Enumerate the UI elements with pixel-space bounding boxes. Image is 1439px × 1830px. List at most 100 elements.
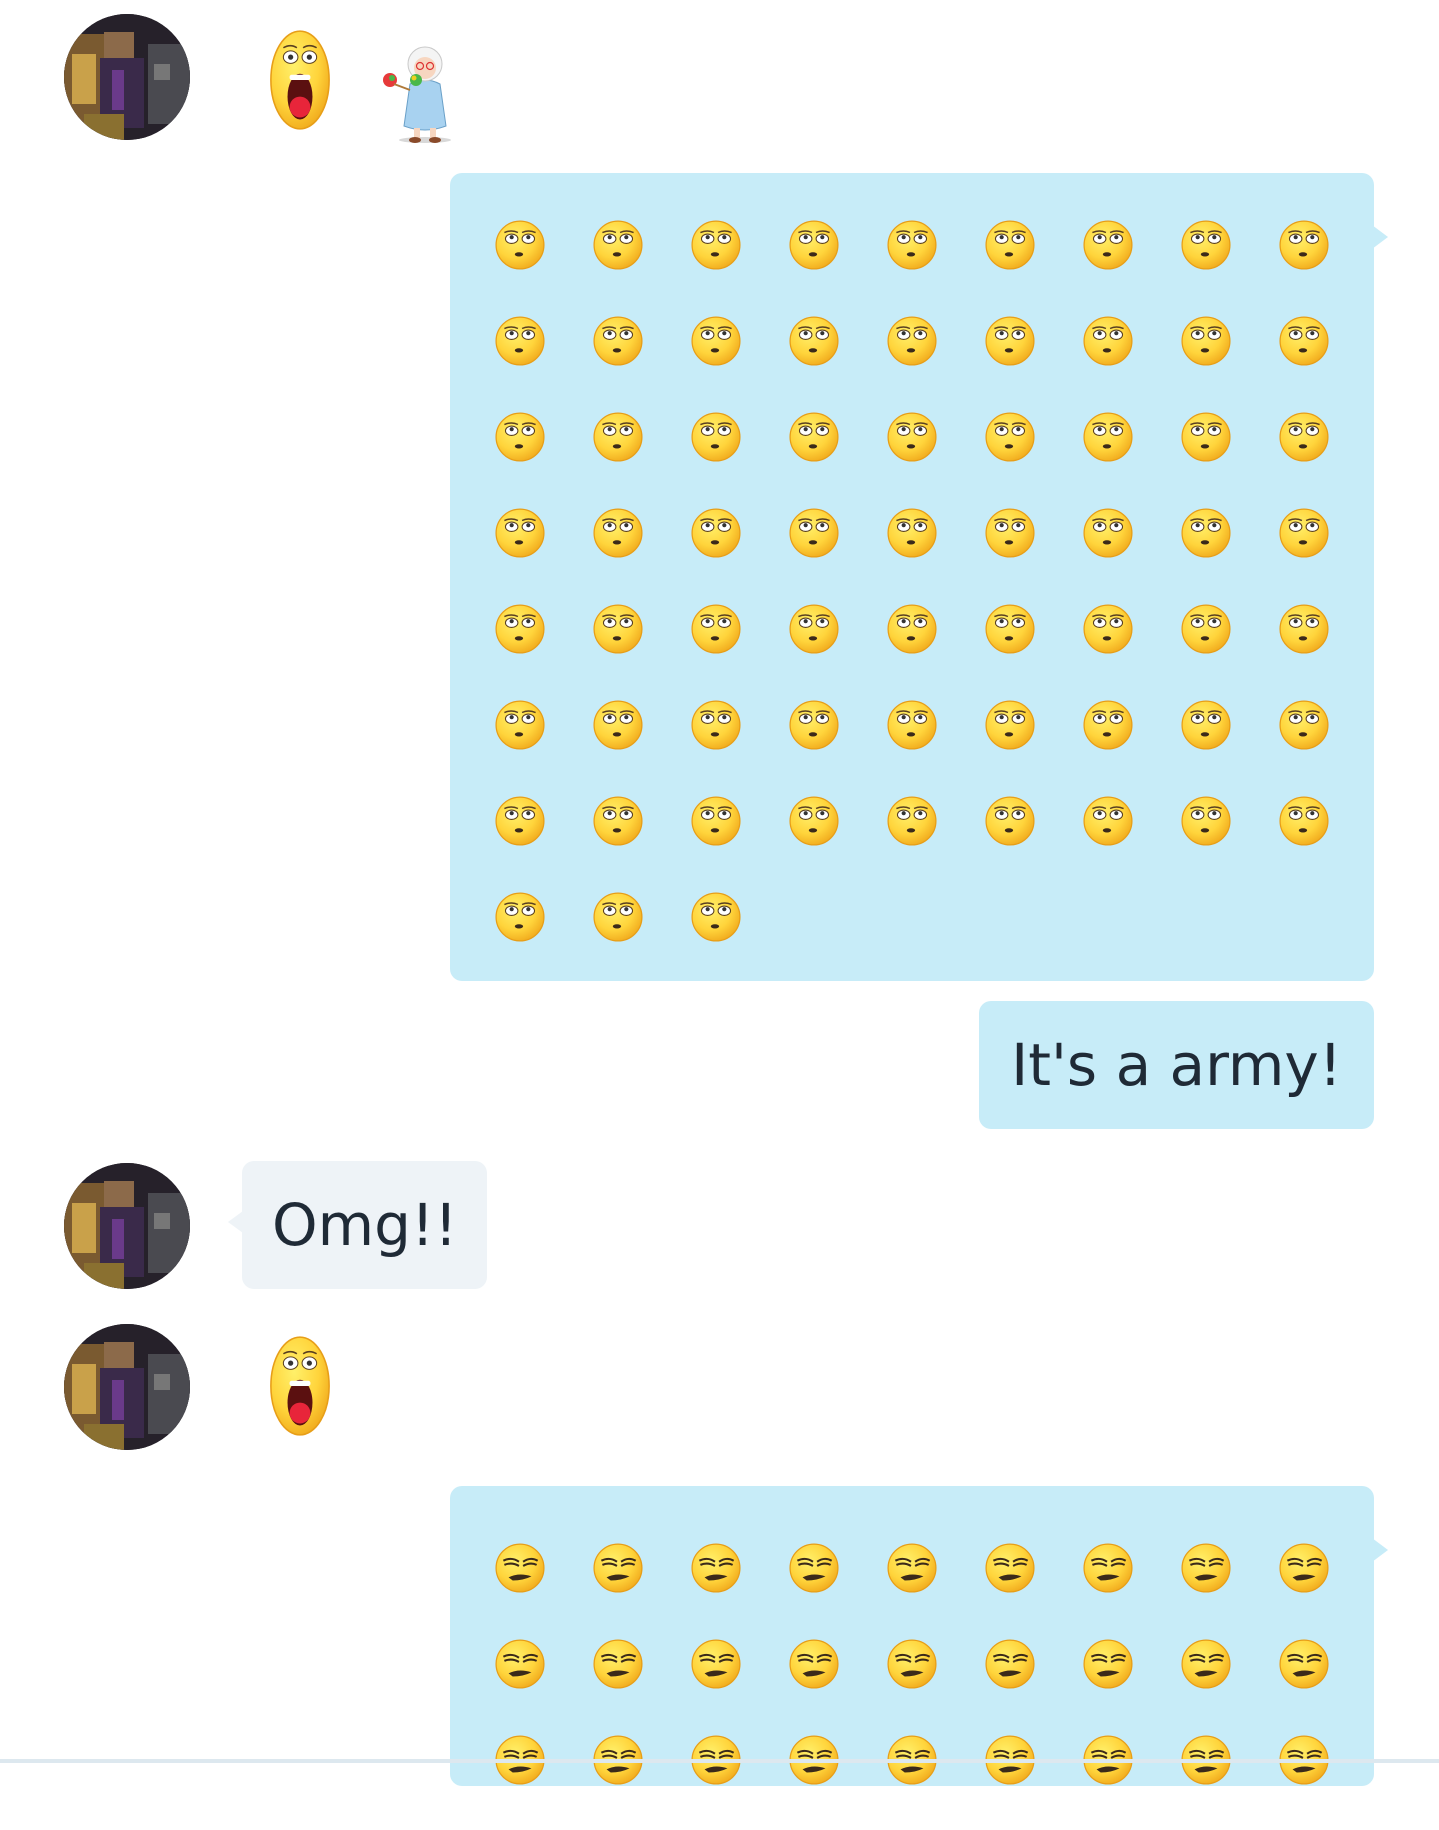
rolling-eyes-emoticon <box>494 603 592 699</box>
rolling-eyes-emoticon <box>494 699 592 795</box>
smirk-emoticon <box>592 1638 690 1734</box>
rolling-eyes-emoticon <box>984 315 1082 411</box>
message-text: Omg!! <box>272 1191 458 1259</box>
smirk-icon <box>1278 1638 1330 1690</box>
rolling-eyes-emoticon <box>886 699 984 795</box>
surprised-emoticon <box>268 28 332 132</box>
contact-avatar[interactable] <box>64 14 190 140</box>
smirk-icon <box>494 1638 546 1690</box>
smirk-emoticon <box>788 1638 886 1734</box>
rolling-eyes-icon <box>788 411 840 463</box>
rolling-eyes-emoticon <box>788 699 886 795</box>
rolling-eyes-emoticon <box>788 411 886 507</box>
contact-avatar[interactable] <box>64 1163 190 1289</box>
rolling-eyes-icon <box>1082 411 1134 463</box>
contact-avatar[interactable] <box>64 1324 190 1450</box>
smirk-icon <box>592 1542 644 1594</box>
rolling-eyes-icon <box>494 411 546 463</box>
smirk-emoticon <box>690 1542 788 1638</box>
rolling-eyes-icon <box>592 411 644 463</box>
rolling-eyes-icon <box>788 507 840 559</box>
rolling-eyes-emoticon <box>592 411 690 507</box>
smirk-emoticon <box>984 1542 1082 1638</box>
rolling-eyes-emoticon <box>1278 507 1376 603</box>
smirk-icon <box>1180 1638 1232 1690</box>
smirk-emoticon <box>1180 1542 1278 1638</box>
rolling-eyes-emoticon <box>690 795 788 891</box>
rolling-eyes-emoticon <box>1180 219 1278 315</box>
rolling-eyes-emoticon <box>1180 507 1278 603</box>
smirk-emoticon <box>984 1734 1082 1830</box>
rolling-eyes-emoticon <box>592 507 690 603</box>
rolling-eyes-emoticon <box>984 507 1082 603</box>
rolling-eyes-icon <box>1180 507 1232 559</box>
smirk-emoticon <box>1082 1734 1180 1830</box>
rolling-eyes-emoticon <box>592 795 690 891</box>
rolling-eyes-emoticon <box>788 795 886 891</box>
rolling-eyes-icon <box>1180 411 1232 463</box>
surprised-icon <box>268 1334 332 1438</box>
smirk-icon <box>690 1542 742 1594</box>
rolling-eyes-icon <box>1082 603 1134 655</box>
rolling-eyes-icon <box>592 219 644 271</box>
smirk-icon <box>984 1542 1036 1594</box>
outgoing-emoticon-bubble[interactable] <box>450 173 1388 981</box>
rolling-eyes-emoticon <box>1082 411 1180 507</box>
rolling-eyes-emoticon <box>886 315 984 411</box>
rolling-eyes-icon <box>690 891 742 943</box>
incoming-text-bubble[interactable]: Omg!! <box>228 1161 488 1289</box>
rolling-eyes-emoticon <box>1278 315 1376 411</box>
smirk-emoticon <box>886 1734 984 1830</box>
smirk-icon <box>1082 1638 1134 1690</box>
rolling-eyes-icon <box>1082 219 1134 271</box>
rolling-eyes-icon <box>494 699 546 751</box>
rolling-eyes-emoticon <box>494 315 592 411</box>
rolling-eyes-icon <box>690 507 742 559</box>
rolling-eyes-emoticon <box>886 507 984 603</box>
rolling-eyes-icon <box>1278 507 1330 559</box>
rolling-eyes-icon <box>1082 795 1134 847</box>
rolling-eyes-icon <box>690 603 742 655</box>
rolling-eyes-icon <box>1180 315 1232 367</box>
avatar-image <box>64 1163 190 1289</box>
rolling-eyes-emoticon <box>1082 699 1180 795</box>
rolling-eyes-emoticon <box>494 507 592 603</box>
rolling-eyes-emoticon <box>690 507 788 603</box>
smirk-icon <box>494 1542 546 1594</box>
smirk-emoticon <box>1278 1734 1376 1830</box>
rolling-eyes-icon <box>1278 795 1330 847</box>
rolling-eyes-icon <box>984 699 1036 751</box>
rolling-eyes-icon <box>984 411 1036 463</box>
rolling-eyes-emoticon <box>984 699 1082 795</box>
smirk-emoticon <box>1180 1734 1278 1830</box>
smirk-icon <box>886 1542 938 1594</box>
rolling-eyes-icon <box>690 699 742 751</box>
rolling-eyes-emoticon <box>1180 603 1278 699</box>
rolling-eyes-emoticon <box>1278 795 1376 891</box>
rolling-eyes-emoticon <box>592 315 690 411</box>
smirk-icon <box>788 1638 840 1690</box>
surprised-emoticon <box>268 1334 332 1438</box>
avatar-image <box>64 14 190 140</box>
rolling-eyes-icon <box>886 699 938 751</box>
smirk-icon <box>886 1638 938 1690</box>
smirk-emoticon <box>886 1542 984 1638</box>
smirk-emoticon <box>788 1734 886 1830</box>
smirk-emoticon <box>494 1734 592 1830</box>
smirk-emoticon <box>1082 1638 1180 1734</box>
rolling-eyes-icon <box>1082 699 1134 751</box>
rolling-eyes-icon <box>494 891 546 943</box>
smirk-emoticon <box>984 1638 1082 1734</box>
outgoing-text-bubble[interactable]: It's a army! <box>979 1001 1374 1129</box>
rolling-eyes-icon <box>788 795 840 847</box>
rolling-eyes-icon <box>690 411 742 463</box>
rolling-eyes-emoticon <box>886 795 984 891</box>
rolling-eyes-emoticon <box>1082 795 1180 891</box>
rolling-eyes-icon <box>1082 507 1134 559</box>
outgoing-emoticon-bubble[interactable] <box>450 1486 1388 1786</box>
bubble-tail <box>228 1211 243 1233</box>
rolling-eyes-emoticon <box>1082 219 1180 315</box>
rolling-eyes-icon <box>1180 603 1232 655</box>
rolling-eyes-emoticon <box>1278 411 1376 507</box>
rolling-eyes-emoticon <box>984 219 1082 315</box>
